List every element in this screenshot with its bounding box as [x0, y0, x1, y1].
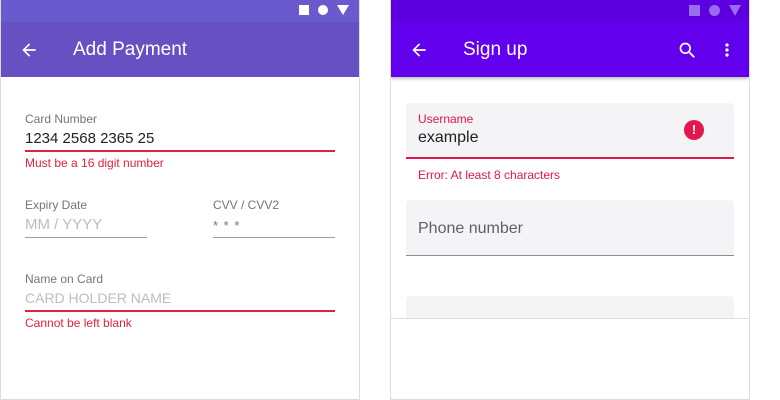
- expiry-date-label: Expiry Date: [25, 198, 88, 212]
- back-button[interactable]: [405, 36, 433, 64]
- sign-up-screen: Sign up Username example ! Error: At lea…: [390, 0, 750, 400]
- app-bar: Add Payment: [1, 22, 359, 77]
- error-icon: !: [684, 120, 704, 140]
- card-number-underline: [25, 150, 335, 152]
- card-number-label: Card Number: [25, 112, 98, 126]
- circle-status-icon: [318, 5, 328, 15]
- page-title: Add Payment: [73, 39, 188, 60]
- search-icon: [679, 42, 695, 58]
- status-bar: [1, 0, 359, 22]
- name-on-card-label: Name on Card: [25, 272, 104, 286]
- cvv-label: CVV / CVV2: [213, 198, 280, 212]
- circle-status-icon: [709, 5, 720, 16]
- add-payment-screen: Add Payment Card Number 1234 2568 2365 2…: [0, 0, 360, 400]
- name-on-card-input[interactable]: CARD HOLDER NAME: [25, 290, 171, 306]
- app-bar: Sign up: [391, 22, 749, 77]
- card-number-error: Must be a 16 digit number: [25, 156, 164, 170]
- more-vert-icon: [725, 43, 729, 57]
- cvv-input[interactable]: * * *: [213, 218, 240, 233]
- name-on-card-error: Cannot be left blank: [25, 316, 132, 330]
- cvv-underline: [213, 237, 335, 238]
- username-label: Username: [418, 112, 474, 126]
- divider: [391, 318, 749, 319]
- phone-number-label: Phone number: [418, 220, 523, 237]
- square-status-icon: [299, 5, 309, 15]
- arrow-left-icon: [412, 43, 426, 57]
- phone-number-underline: [406, 255, 734, 256]
- text-field[interactable]: [406, 296, 734, 318]
- username-error: Error: At least 8 characters: [418, 168, 561, 182]
- username-field[interactable]: Username example !: [406, 103, 734, 159]
- square-status-icon: [689, 5, 700, 16]
- expiry-date-underline: [25, 237, 147, 238]
- status-bar: [391, 0, 749, 22]
- triangle-status-icon: [337, 5, 349, 15]
- search-button[interactable]: [673, 36, 701, 64]
- triangle-status-icon: [729, 5, 741, 16]
- more-options-button[interactable]: [715, 36, 739, 64]
- username-input[interactable]: example: [418, 129, 478, 147]
- page-title: Sign up: [463, 39, 528, 60]
- name-on-card-underline: [25, 310, 335, 312]
- expiry-date-input[interactable]: MM / YYYY: [25, 216, 102, 233]
- back-button[interactable]: [15, 36, 43, 64]
- phone-number-field[interactable]: Phone number: [406, 200, 734, 256]
- card-number-input[interactable]: 1234 2568 2365 25: [25, 130, 154, 147]
- username-underline: [406, 157, 734, 159]
- arrow-left-icon: [22, 43, 36, 57]
